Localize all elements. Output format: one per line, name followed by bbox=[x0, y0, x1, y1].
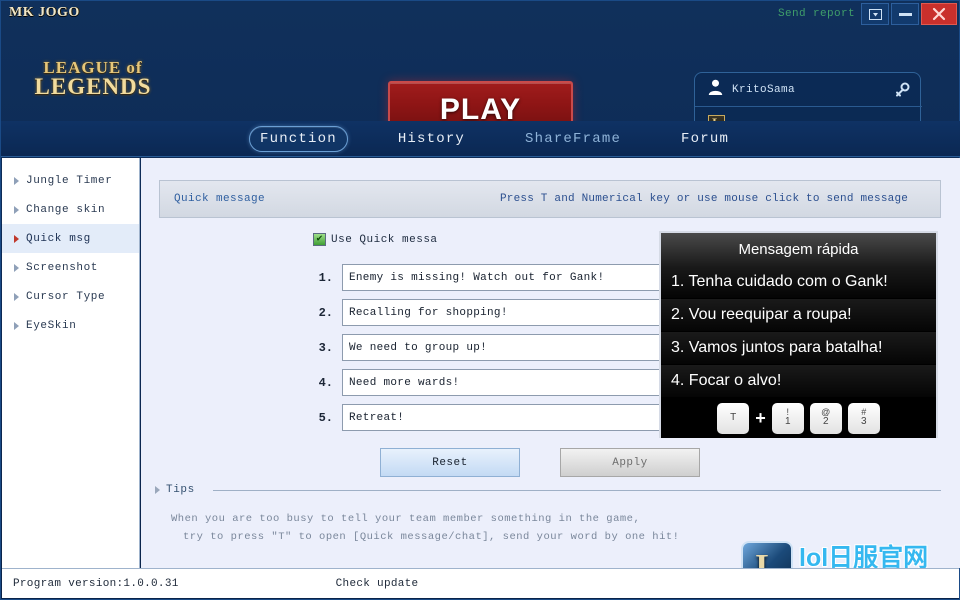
preview-line-1: 1. Tenha cuidado com o Gank! bbox=[661, 266, 936, 299]
message-number: 5. bbox=[309, 411, 333, 425]
preview-title: Mensagem rápida bbox=[661, 233, 936, 266]
nav-bar: Function History ShareFrame Forum bbox=[1, 121, 960, 157]
chevron-right-icon bbox=[14, 322, 19, 330]
program-version: Program version:1.0.0.31 bbox=[13, 578, 179, 590]
message-number: 3. bbox=[309, 341, 333, 355]
use-quick-message-checkbox[interactable]: ✔ Use Quick messa bbox=[313, 233, 438, 246]
status-bar: Program version:1.0.0.31 Check update bbox=[2, 568, 959, 598]
user-icon bbox=[708, 79, 723, 100]
app-title: MK JOGO bbox=[9, 5, 80, 21]
tips-header[interactable]: Tips bbox=[155, 484, 941, 496]
key-2: @ 2 bbox=[810, 403, 842, 434]
nav-tabs: Function History ShareFrame Forum bbox=[249, 121, 739, 157]
plus-icon: + bbox=[755, 408, 766, 429]
header-bar: LEAGUE of LEGENDS PLAY KritoSama L bbox=[1, 28, 960, 121]
close-button[interactable] bbox=[921, 3, 957, 25]
check-icon: ✔ bbox=[314, 234, 325, 245]
key-3: # 3 bbox=[848, 403, 880, 434]
divider bbox=[213, 490, 941, 491]
account-username-row[interactable]: KritoSama bbox=[695, 73, 922, 107]
minimize-button[interactable] bbox=[891, 3, 919, 25]
tray-button[interactable] bbox=[861, 3, 889, 25]
sidebar-item-screenshot[interactable]: Screenshot bbox=[2, 253, 139, 282]
minimize-icon bbox=[899, 13, 912, 16]
checkbox-label: Use Quick messa bbox=[331, 234, 438, 246]
league-of-legends-logo: LEAGUE of LEGENDS bbox=[23, 53, 163, 105]
chevron-right-icon bbox=[14, 264, 19, 272]
key-t: T bbox=[717, 403, 749, 434]
main-content: Quick message Press T and Numerical key … bbox=[141, 158, 960, 568]
send-report-link[interactable]: Send report bbox=[778, 8, 855, 20]
key-lower: 3 bbox=[861, 417, 867, 428]
sidebar-item-change-skin[interactable]: Change skin bbox=[2, 195, 139, 224]
chevron-right-icon bbox=[14, 206, 19, 214]
chevron-right-icon bbox=[155, 486, 160, 494]
close-icon bbox=[932, 7, 946, 21]
check-update-link[interactable]: Check update bbox=[336, 578, 419, 590]
message-number: 1. bbox=[309, 271, 333, 285]
sidebar-item-eyeskin[interactable]: EyeSkin bbox=[2, 311, 139, 340]
message-number: 2. bbox=[309, 306, 333, 320]
logo-line-2: LEGENDS bbox=[35, 76, 152, 98]
sidebar-item-label: Change skin bbox=[26, 204, 105, 216]
tab-shareframe[interactable]: ShareFrame bbox=[515, 127, 631, 151]
tips-label: Tips bbox=[166, 484, 195, 496]
quick-message-header: Quick message Press T and Numerical key … bbox=[159, 180, 941, 218]
key-icon[interactable] bbox=[894, 82, 910, 103]
panel-title: Quick message bbox=[174, 193, 265, 205]
sidebar-item-quick-msg[interactable]: Quick msg bbox=[2, 224, 139, 253]
tab-function[interactable]: Function bbox=[249, 126, 348, 152]
chevron-right-icon bbox=[14, 177, 19, 185]
sidebar-item-label: EyeSkin bbox=[26, 320, 76, 332]
key-1: ! 1 bbox=[772, 403, 804, 434]
preview-line-3: 3. Vamos juntos para batalha! bbox=[661, 332, 936, 365]
sidebar-item-label: Screenshot bbox=[26, 262, 98, 274]
message-preview-panel: Mensagem rápida 1. Tenha cuidado com o G… bbox=[659, 231, 938, 438]
panel-hint: Press T and Numerical key or use mouse c… bbox=[500, 193, 908, 205]
message-number: 4. bbox=[309, 376, 333, 390]
chevron-right-icon bbox=[14, 293, 19, 301]
sidebar-item-cursor-type[interactable]: Cursor Type bbox=[2, 282, 139, 311]
reset-button[interactable]: Reset bbox=[380, 448, 520, 477]
tips-line-1: When you are too busy to tell your team … bbox=[171, 510, 931, 528]
tab-history[interactable]: History bbox=[388, 127, 475, 151]
key-lower: 2 bbox=[823, 417, 829, 428]
sidebar: Jungle Timer Change skin Quick msg Scree… bbox=[2, 158, 140, 568]
sidebar-item-label: Cursor Type bbox=[26, 291, 105, 303]
application-window: MK JOGO Send report LEAGUE of LEGENDS PL… bbox=[0, 0, 960, 600]
tray-icon bbox=[869, 9, 882, 20]
sidebar-item-label: Quick msg bbox=[26, 233, 91, 245]
key-lower: 1 bbox=[785, 417, 791, 428]
tab-forum[interactable]: Forum bbox=[671, 127, 739, 151]
sidebar-item-label: Jungle Timer bbox=[26, 175, 112, 187]
chevron-right-icon bbox=[14, 235, 19, 243]
preview-line-4: 4. Focar o alvo! bbox=[661, 365, 936, 398]
apply-button[interactable]: Apply bbox=[560, 448, 700, 477]
title-bar: MK JOGO Send report bbox=[1, 1, 960, 28]
checkbox-box[interactable]: ✔ bbox=[313, 233, 326, 246]
preview-key-hints: T + ! 1 @ 2 # 3 bbox=[661, 398, 936, 438]
sidebar-item-jungle-timer[interactable]: Jungle Timer bbox=[2, 166, 139, 195]
preview-line-2: 2. Vou reequipar a roupa! bbox=[661, 299, 936, 332]
watermark-site-name: lol日服官网 bbox=[799, 545, 928, 571]
account-username: KritoSama bbox=[732, 84, 795, 96]
